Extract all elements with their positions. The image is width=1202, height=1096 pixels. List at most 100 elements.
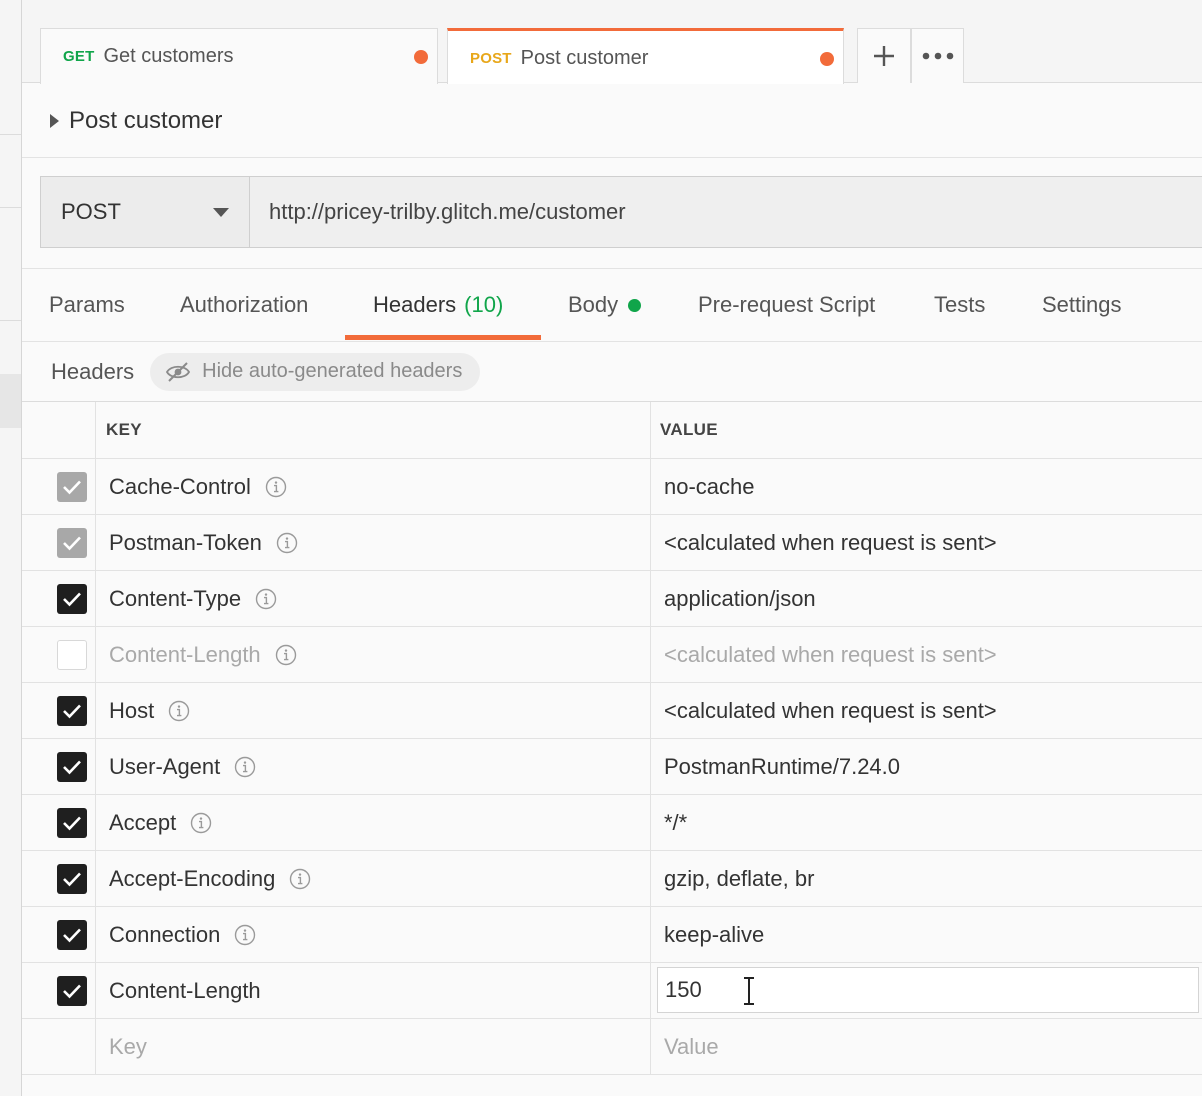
header-key-cell[interactable]: Connection	[96, 907, 651, 962]
header-value[interactable]: application/json	[651, 571, 1202, 626]
checkmark-icon	[63, 704, 81, 719]
new-header-row: Key Value	[22, 1019, 1202, 1075]
row-checkbox[interactable]	[57, 472, 87, 502]
tab-get-customers[interactable]: GET Get customers	[40, 28, 438, 84]
table-row: Cache-Control no-cache	[22, 459, 1202, 515]
row-checkbox[interactable]	[57, 528, 87, 558]
table-row: Content-Type application/json	[22, 571, 1202, 627]
active-tab-underline	[345, 335, 541, 340]
hide-auto-generated-label: Hide auto-generated headers	[202, 360, 463, 382]
info-icon[interactable]	[275, 644, 297, 666]
header-key: Postman-Token	[109, 529, 262, 555]
info-icon[interactable]	[289, 868, 311, 890]
header-key-cell[interactable]: User-Agent	[96, 739, 651, 794]
info-icon[interactable]	[190, 812, 212, 834]
tab-params[interactable]: Params	[49, 269, 125, 341]
header-key: User-Agent	[109, 753, 221, 779]
ellipsis-icon	[922, 52, 953, 60]
new-tab-button[interactable]	[857, 28, 911, 83]
header-key-cell[interactable]: Postman-Token	[96, 515, 651, 570]
tab-tests[interactable]: Tests	[934, 269, 985, 341]
header-value[interactable]: PostmanRuntime/7.24.0	[651, 739, 1202, 794]
table-row: User-Agent PostmanRuntime/7.24.0	[22, 739, 1202, 795]
header-value-input[interactable]: 150	[657, 967, 1199, 1013]
row-checkbox[interactable]	[57, 976, 87, 1006]
more-tabs-button[interactable]	[911, 28, 964, 83]
info-icon[interactable]	[265, 476, 287, 498]
new-value-input[interactable]: Value	[651, 1019, 1202, 1074]
url-input[interactable]: http://pricey-trilby.glitch.me/customer	[250, 177, 1202, 247]
header-key: Content-Length	[109, 977, 261, 1003]
table-header-row: KEY VALUE	[22, 402, 1202, 459]
expand-caret-icon[interactable]	[50, 113, 59, 128]
header-value: 150	[665, 977, 702, 1002]
tab-settings[interactable]: Settings	[1042, 269, 1122, 341]
tab-headers[interactable]: Headers (10)	[373, 269, 503, 341]
header-key: Accept	[109, 809, 177, 835]
tab-body[interactable]: Body	[568, 269, 642, 341]
info-icon[interactable]	[168, 700, 190, 722]
request-name-row: Post customer	[22, 84, 1202, 158]
checkmark-icon	[63, 592, 81, 607]
header-value[interactable]: <calculated when request is sent>	[651, 515, 1202, 570]
header-key-cell[interactable]: Content-Length	[96, 963, 651, 1018]
new-key-input[interactable]: Key	[96, 1019, 651, 1074]
tab-label: Body	[568, 292, 619, 317]
body-indicator-dot-icon	[628, 298, 642, 312]
unsaved-dot-icon	[820, 52, 834, 66]
header-key-cell[interactable]: Host	[96, 683, 651, 738]
header-value[interactable]: <calculated when request is sent>	[651, 683, 1202, 738]
header-key: Cache-Control	[109, 473, 251, 499]
header-value[interactable]: */*	[651, 795, 1202, 850]
checkmark-icon	[63, 984, 81, 999]
header-value[interactable]: <calculated when request is sent>	[651, 627, 1202, 682]
row-checkbox[interactable]	[57, 640, 87, 670]
table-row: Content-Length <calculated when request …	[22, 627, 1202, 683]
row-checkbox[interactable]	[57, 752, 87, 782]
checkmark-icon	[63, 536, 81, 551]
info-icon[interactable]	[276, 532, 298, 554]
info-icon[interactable]	[234, 924, 256, 946]
header-key: Content-Type	[109, 585, 242, 611]
tab-label: Tests	[934, 292, 986, 317]
header-key-cell[interactable]: Cache-Control	[96, 459, 651, 514]
checkmark-icon	[63, 480, 81, 495]
method-select[interactable]: POST	[41, 177, 250, 247]
row-checkbox[interactable]	[57, 696, 87, 726]
tab-method-badge: GET	[63, 48, 95, 65]
tab-pre-request-script[interactable]: Pre-request Script	[698, 269, 875, 341]
tab-title: Post customer	[520, 46, 649, 69]
info-icon[interactable]	[255, 588, 277, 610]
request-title[interactable]: Post customer	[69, 107, 222, 135]
row-checkbox[interactable]	[57, 808, 87, 838]
row-checkbox[interactable]	[57, 584, 87, 614]
info-icon[interactable]	[234, 756, 256, 778]
header-value[interactable]: keep-alive	[651, 907, 1202, 962]
header-key-cell[interactable]: Accept-Encoding	[96, 851, 651, 906]
header-key: Accept-Encoding	[109, 865, 276, 891]
header-key-cell[interactable]: Accept	[96, 795, 651, 850]
request-subtabs: Params Authorization Headers (10) Body P…	[22, 268, 1202, 342]
header-key: Host	[109, 697, 155, 723]
header-key-cell[interactable]: Content-Length	[96, 627, 651, 682]
plus-icon	[874, 46, 894, 66]
tab-label: Settings	[1042, 292, 1122, 317]
header-key-cell[interactable]: Content-Type	[96, 571, 651, 626]
tab-method-badge: POST	[470, 49, 512, 67]
table-row: Host <calculated when request is sent>	[22, 683, 1202, 739]
checkmark-icon	[63, 816, 81, 831]
tab-label: Headers	[373, 292, 457, 317]
header-value[interactable]: gzip, deflate, br	[651, 851, 1202, 906]
request-workspace: GET Get customers POST Post customer Pos…	[22, 0, 1202, 1096]
tab-authorization[interactable]: Authorization	[180, 269, 308, 341]
tab-post-customer[interactable]: POST Post customer	[447, 28, 844, 85]
header-value[interactable]: no-cache	[651, 459, 1202, 514]
table-row: Accept */*	[22, 795, 1202, 851]
url-bar: POST http://pricey-trilby.glitch.me/cust…	[40, 176, 1202, 248]
table-row: Content-Length 150	[22, 963, 1202, 1019]
header-key: Content-Length	[109, 641, 261, 667]
eye-off-icon	[166, 361, 191, 382]
row-checkbox[interactable]	[57, 864, 87, 894]
row-checkbox[interactable]	[57, 920, 87, 950]
hide-auto-generated-headers-button[interactable]: Hide auto-generated headers	[150, 352, 481, 391]
